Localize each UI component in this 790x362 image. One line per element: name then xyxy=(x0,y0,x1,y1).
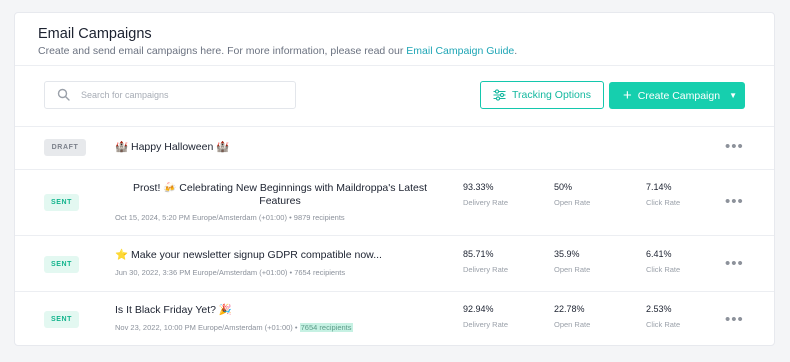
campaign-meta: Nov 23, 2022, 10:00 PM Europe/Amsterdam … xyxy=(115,323,353,332)
more-options-icon[interactable]: ••• xyxy=(725,312,744,327)
click-rate-value: 6.41% xyxy=(646,249,672,259)
create-campaign-button[interactable]: + Create Campaign ▼ xyxy=(609,82,745,109)
click-rate-stat: 6.41% Click Rate xyxy=(646,249,680,274)
delivery-rate-stat: 85.71% Delivery Rate xyxy=(463,249,508,274)
campaign-meta: Oct 15, 2024, 5:20 PM Europe/Amsterdam (… xyxy=(115,213,345,222)
open-rate-value: 22.78% xyxy=(554,304,585,314)
campaign-row[interactable]: SENT Is It Black Friday Yet? 🎉 Nov 23, 2… xyxy=(15,292,774,345)
click-rate-stat: 7.14% Click Rate xyxy=(646,182,680,207)
page-title: Email Campaigns xyxy=(38,26,152,42)
open-rate-label: Open Rate xyxy=(554,320,591,329)
status-badge: SENT xyxy=(44,256,79,273)
click-rate-label: Click Rate xyxy=(646,320,681,329)
campaign-row[interactable]: SENT ⭐ Make your newsletter signup GDPR … xyxy=(15,236,774,291)
campaign-row[interactable]: SENT Prost! 🍻 Celebrating New Beginnings… xyxy=(15,170,774,235)
tracking-options-label: Tracking Options xyxy=(512,89,591,101)
page-header: Email Campaigns Create and send email ca… xyxy=(38,25,517,58)
sent-date: Oct 15, 2024, 5:20 PM Europe/Amsterdam (… xyxy=(115,213,287,222)
click-rate-stat: 2.53% Click Rate xyxy=(646,304,680,329)
recipients-count: 7654 recipients xyxy=(299,323,353,332)
meta-separator: • xyxy=(294,323,298,332)
open-rate-stat: 50% Open Rate xyxy=(554,182,590,207)
open-rate-value: 35.9% xyxy=(554,249,580,259)
sent-date: Jun 30, 2022, 3:36 PM Europe/Amsterdam (… xyxy=(115,268,288,277)
delivery-rate-value: 85.71% xyxy=(463,249,494,259)
click-rate-label: Click Rate xyxy=(646,265,681,274)
campaign-row[interactable]: DRAFT 🏰 Happy Halloween 🏰 ••• xyxy=(15,127,774,169)
create-campaign-label: Create Campaign xyxy=(637,89,721,102)
campaign-guide-link[interactable]: Email Campaign Guide xyxy=(406,45,514,57)
search-input[interactable] xyxy=(81,90,281,100)
open-rate-label: Open Rate xyxy=(554,265,591,274)
caret-down-icon[interactable]: ▼ xyxy=(729,91,737,100)
delivery-rate-label: Delivery Rate xyxy=(463,320,509,329)
status-badge: SENT xyxy=(44,194,79,211)
click-rate-value: 2.53% xyxy=(646,304,672,314)
search-icon xyxy=(57,88,71,102)
recipients-count: 7654 recipients xyxy=(294,268,346,277)
delivery-rate-value: 93.33% xyxy=(463,182,494,192)
campaign-name[interactable]: Prost! 🍻 Celebrating New Beginnings with… xyxy=(115,182,445,208)
campaign-meta: Jun 30, 2022, 3:36 PM Europe/Amsterdam (… xyxy=(115,268,345,277)
tracking-options-button[interactable]: Tracking Options xyxy=(480,81,604,109)
page-subtitle: Create and send email campaigns here. Fo… xyxy=(38,45,517,58)
subtitle-text: Create and send email campaigns here. Fo… xyxy=(38,45,407,57)
plus-icon: + xyxy=(623,87,632,104)
sent-date: Nov 23, 2022, 10:00 PM Europe/Amsterdam … xyxy=(115,323,293,332)
delivery-rate-label: Delivery Rate xyxy=(463,265,509,274)
delivery-rate-stat: 93.33% Delivery Rate xyxy=(463,182,508,207)
delivery-rate-stat: 92.94% Delivery Rate xyxy=(463,304,508,329)
subtitle-end: . xyxy=(514,45,518,57)
more-options-icon[interactable]: ••• xyxy=(725,194,744,209)
more-options-icon[interactable]: ••• xyxy=(725,256,744,271)
search-box[interactable] xyxy=(44,81,296,109)
email-campaigns-card: Email Campaigns Create and send email ca… xyxy=(14,12,775,346)
campaign-name[interactable]: ⭐ Make your newsletter signup GDPR compa… xyxy=(115,249,382,262)
header-divider xyxy=(15,65,774,66)
status-badge: SENT xyxy=(44,311,79,328)
open-rate-stat: 35.9% Open Rate xyxy=(554,249,590,274)
delivery-rate-value: 92.94% xyxy=(463,304,494,314)
campaign-name[interactable]: Is It Black Friday Yet? 🎉 xyxy=(115,304,232,317)
click-rate-label: Click Rate xyxy=(646,198,681,207)
campaign-name[interactable]: 🏰 Happy Halloween 🏰 xyxy=(115,141,229,154)
delivery-rate-label: Delivery Rate xyxy=(463,198,509,207)
more-options-icon[interactable]: ••• xyxy=(725,139,744,154)
open-rate-value: 50% xyxy=(554,182,573,192)
click-rate-value: 7.14% xyxy=(646,182,672,192)
meta-separator: • xyxy=(289,213,292,222)
open-rate-stat: 22.78% Open Rate xyxy=(554,304,590,329)
open-rate-label: Open Rate xyxy=(554,198,591,207)
recipients-count: 9879 recipients xyxy=(293,213,345,222)
meta-separator: • xyxy=(289,268,293,277)
sliders-icon xyxy=(493,89,506,101)
status-badge: DRAFT xyxy=(44,139,86,156)
